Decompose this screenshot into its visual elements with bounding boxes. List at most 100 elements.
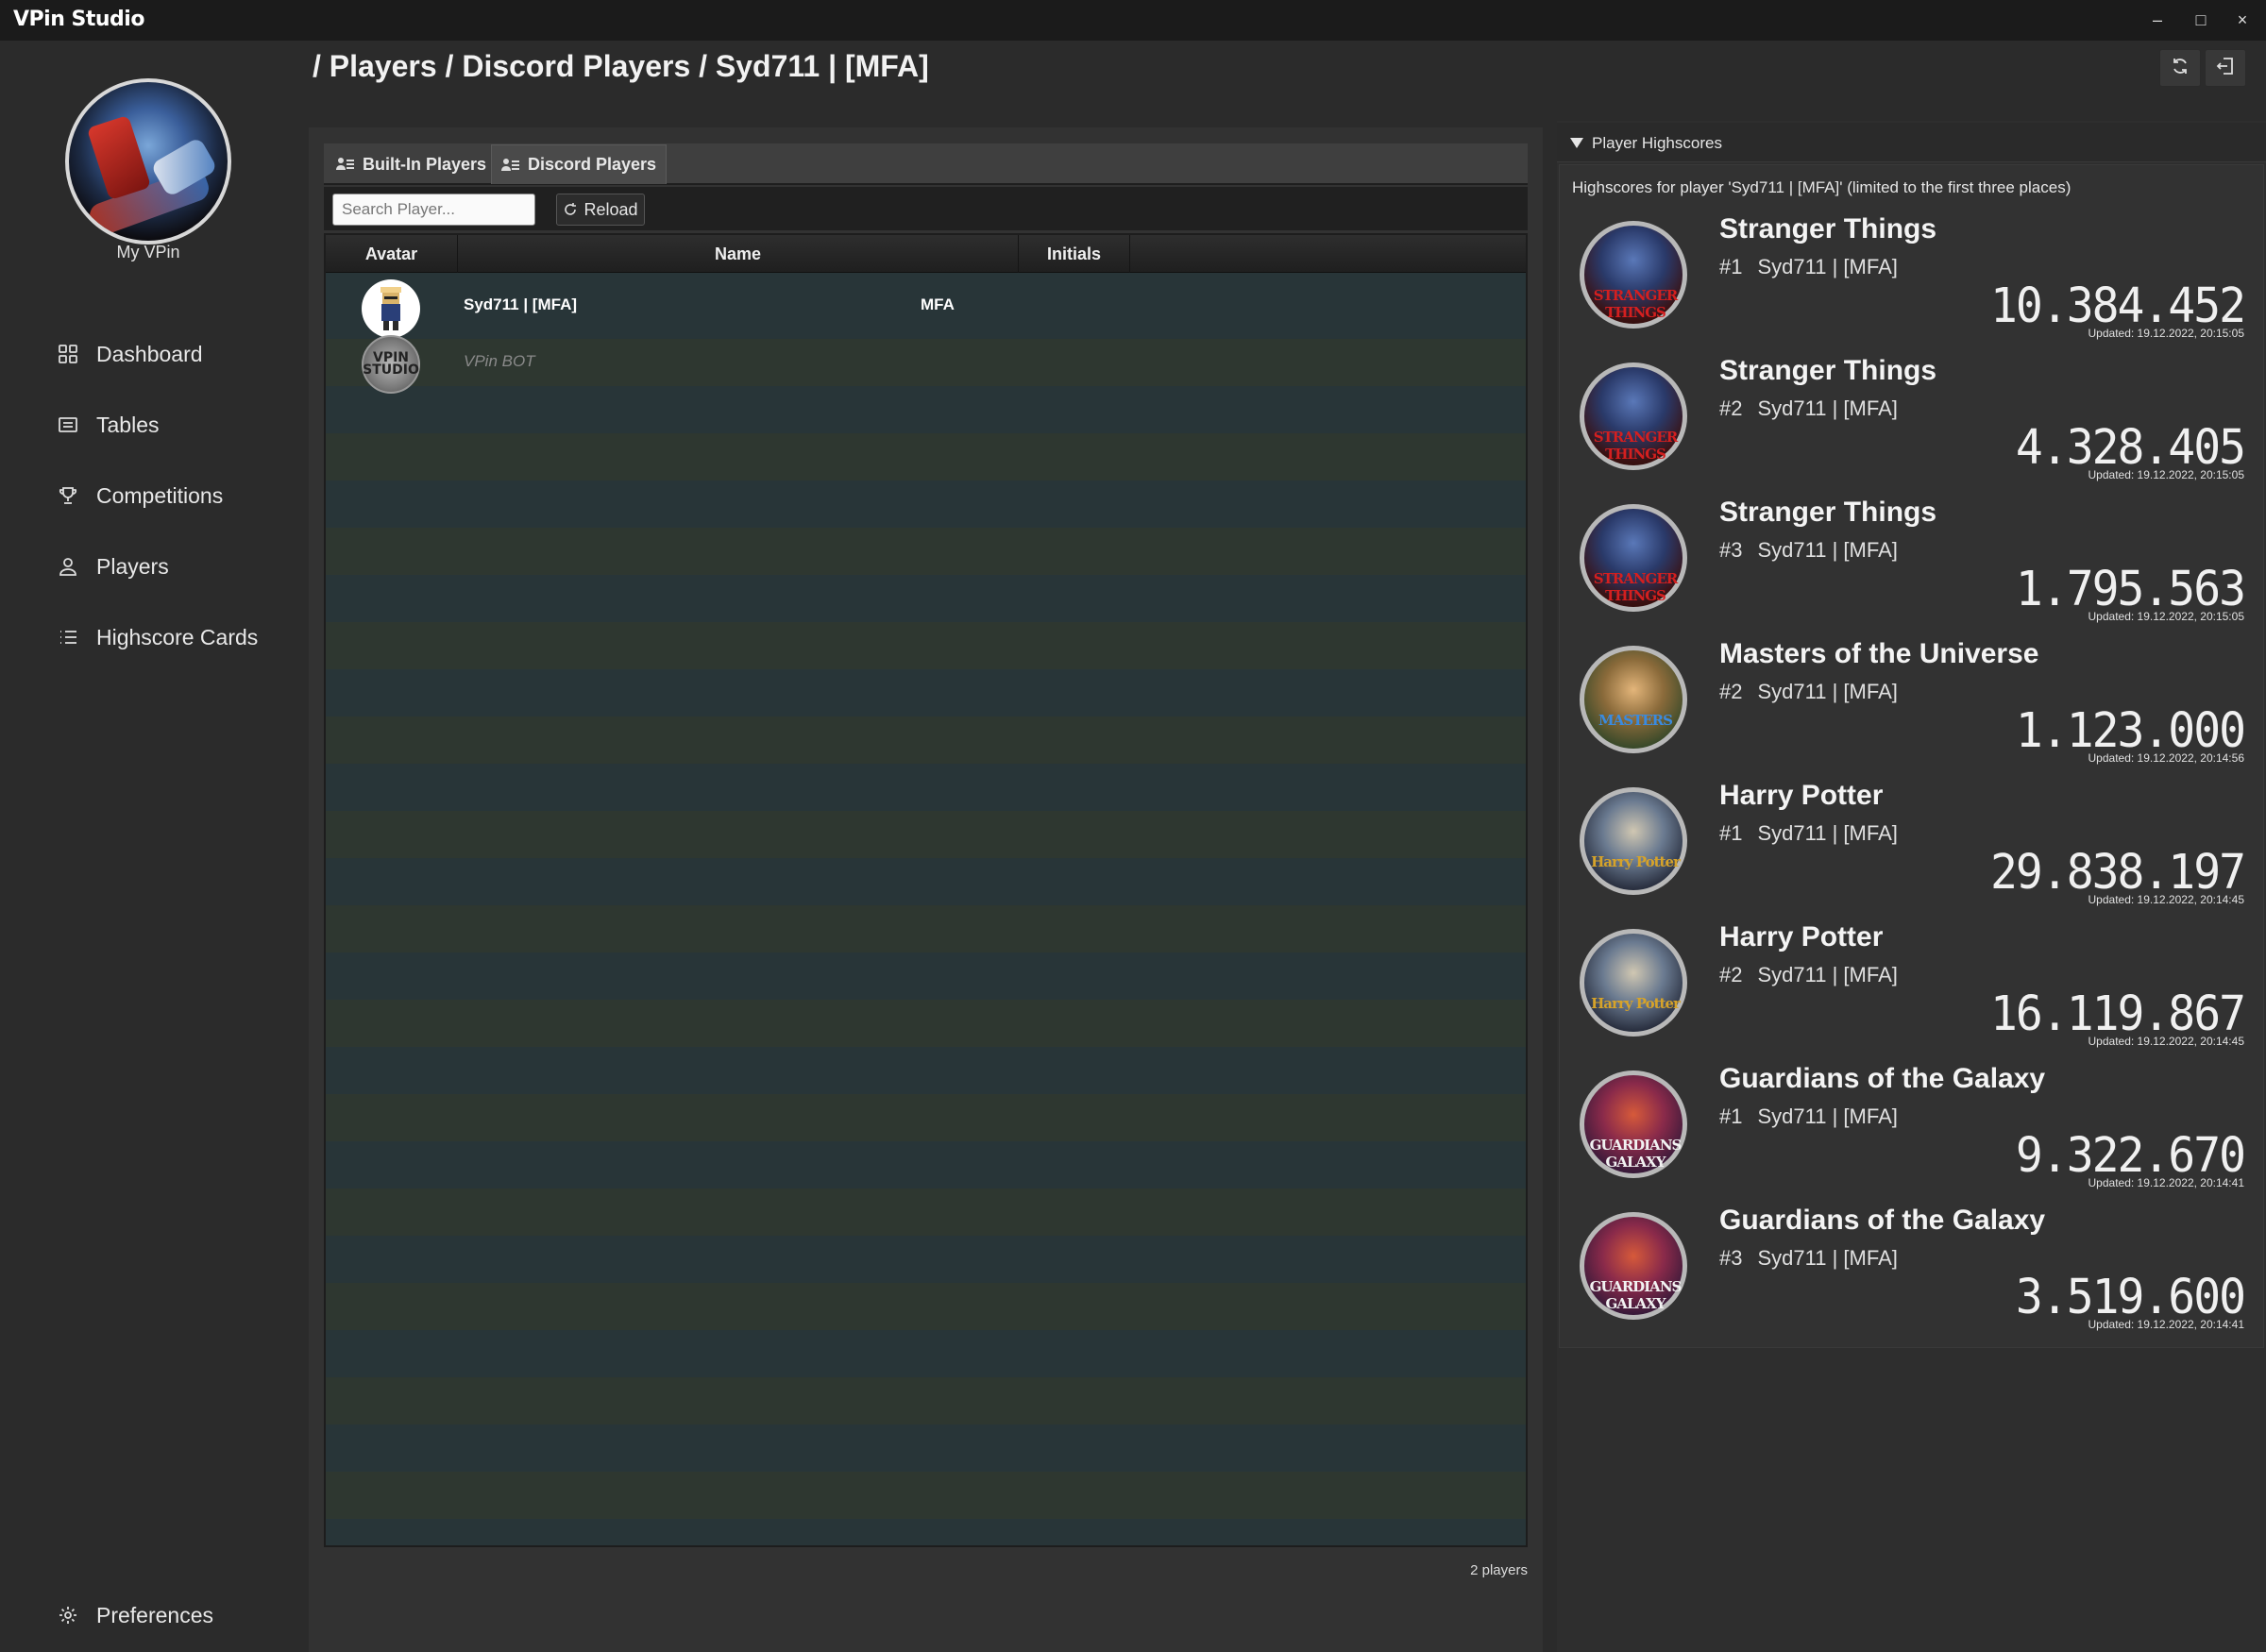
table-row-empty [326,1519,1526,1545]
position-rank: #2 [1719,680,1743,703]
table-wheel-icon [1580,787,1687,895]
close-button[interactable]: × [2228,8,2257,32]
highscore-entry: STRANGER THINGS Stranger Things #1 Syd711 |… [1572,213,2252,355]
highscore-table-name: Guardians of the Galaxy [1719,1205,2046,1236]
table-wheel-icon [1580,929,1687,1037]
app-title: VPin Studio [13,8,144,31]
sidebar-item-dashboard[interactable]: Dashboard [57,335,203,373]
table-row-empty [326,386,1526,433]
collapse-arrow-icon[interactable] [1570,138,1583,148]
sidebar-item-players[interactable]: Players [57,548,169,585]
refresh-button[interactable] [2159,49,2201,87]
highscore-position: #3 Syd711 | [MFA] [1719,538,1898,563]
highscore-table-name: Stranger Things [1719,213,1937,244]
highscore-updated: Updated: 19.12.2022, 20:15:05 [2088,327,2244,340]
table-row-empty [326,528,1526,575]
column-header-name[interactable]: Name [458,235,1019,273]
highscore-position: #2 Syd711 | [MFA] [1719,396,1898,421]
vpin-avatar[interactable] [65,78,231,244]
table-row-empty [326,716,1526,764]
wheel-label: Harry Potter [1591,995,1681,1012]
position-player: Syd711 | [MFA] [1757,1246,1898,1270]
position-player: Syd711 | [MFA] [1757,255,1898,278]
player-avatar [362,279,420,338]
position-player: Syd711 | [MFA] [1757,963,1898,986]
wheel-label: Harry Potter [1591,853,1681,870]
table-row-empty [326,480,1526,528]
search-player-input[interactable] [332,194,535,226]
highscore-updated: Updated: 19.12.2022, 20:15:05 [2088,610,2244,623]
position-rank: #2 [1719,396,1743,420]
sidebar-item-label: Players [96,553,169,579]
highscore-entry: Harry Potter Harry Potter #1 Syd711 | [MFA]… [1572,780,2252,921]
tab-bar: Built-In Players Discord Players [324,143,1528,185]
table-row-empty [326,622,1526,669]
table-row-empty [326,433,1526,480]
column-header-initials[interactable]: Initials [1019,235,1130,273]
position-player: Syd711 | [MFA] [1757,1104,1898,1128]
table-row[interactable]: VPIN STUDIO VPin BOT [326,335,1526,394]
highscore-updated: Updated: 19.12.2022, 20:14:45 [2088,1035,2244,1048]
highscore-score: 9.322.670 [2015,1127,2246,1184]
trophy-icon [57,484,79,507]
maximize-button[interactable]: □ [2187,8,2215,32]
reload-icon [563,202,578,217]
position-player: Syd711 | [MFA] [1757,821,1898,845]
position-rank: #3 [1719,1246,1743,1270]
highscore-updated: Updated: 19.12.2022, 20:14:41 [2088,1176,2244,1189]
highscore-table-name: Harry Potter [1719,921,1884,952]
sidebar-item-tables[interactable]: Tables [57,406,159,444]
table-row-empty [326,669,1526,716]
sidebar-item-label: Tables [96,412,160,437]
table-row-empty [326,1094,1526,1141]
tab-discord-players[interactable]: Discord Players [491,144,668,184]
position-player: Syd711 | [MFA] [1757,538,1898,562]
highscore-score: 1.795.563 [2015,561,2246,617]
wheel-label: STRANGER THINGS [1593,429,1679,463]
table-row-empty [326,811,1526,858]
user-list-icon [501,157,520,174]
sidebar-item-highscore-cards[interactable]: Highscore Cards [57,618,258,656]
reload-button[interactable]: Reload [556,194,645,226]
highscore-table-name: Stranger Things [1719,355,1937,386]
breadcrumb: / Players / Discord Players / Syd711 | [… [313,49,929,83]
highscore-updated: Updated: 19.12.2022, 20:14:41 [2088,1318,2244,1331]
bot-avatar: VPIN STUDIO [362,335,420,394]
table-row-empty [326,1283,1526,1330]
table-row-empty [326,952,1526,1000]
position-rank: #3 [1719,538,1743,562]
highscore-table-name: Guardians of the Galaxy [1719,1063,2046,1094]
sidebar-item-preferences[interactable]: Preferences [57,1596,213,1634]
sidebar-item-competitions[interactable]: Competitions [57,477,223,514]
tab-label: Discord Players [528,155,657,174]
table-row-empty [326,1236,1526,1283]
highscore-entry: STRANGER THINGS Stranger Things #3 Syd711 |… [1572,497,2252,638]
table-row[interactable]: Syd711 | [MFA] MFA [326,273,1526,339]
players-table: Avatar Name Initials Syd711 | [MFA] MFA … [324,233,1528,1547]
tab-built-in-players[interactable]: Built-In Players [327,144,496,184]
highscore-position: #3 Syd711 | [MFA] [1719,1246,1898,1271]
player-count: 2 players [1470,1562,1528,1578]
table-header: Avatar Name Initials [326,235,1526,273]
table-row-empty [326,905,1526,952]
gear-icon [57,1604,79,1627]
tables-icon [57,413,79,436]
table-row-empty [326,1000,1526,1047]
logout-icon [2215,56,2236,81]
table-wheel-icon [1580,646,1687,753]
minimize-button[interactable]: – [2143,8,2172,32]
column-header-avatar[interactable]: Avatar [326,235,458,273]
title-bar: VPin Studio – □ × [0,0,2266,41]
logout-button[interactable] [2205,49,2246,87]
refresh-icon [2170,56,2190,81]
highscore-score: 1.123.000 [2015,702,2246,759]
table-row-empty [326,1047,1526,1094]
wheel-label: STRANGER THINGS [1593,287,1679,321]
highscore-updated: Updated: 19.12.2022, 20:14:56 [2088,751,2244,765]
wheel-label: MASTERS [1598,712,1673,729]
user-icon [57,555,79,578]
wheel-label: GUARDIANS GALAXY [1589,1137,1683,1171]
player-initials: MFA [921,295,955,313]
table-row-empty [326,575,1526,622]
position-rank: #1 [1719,821,1743,845]
